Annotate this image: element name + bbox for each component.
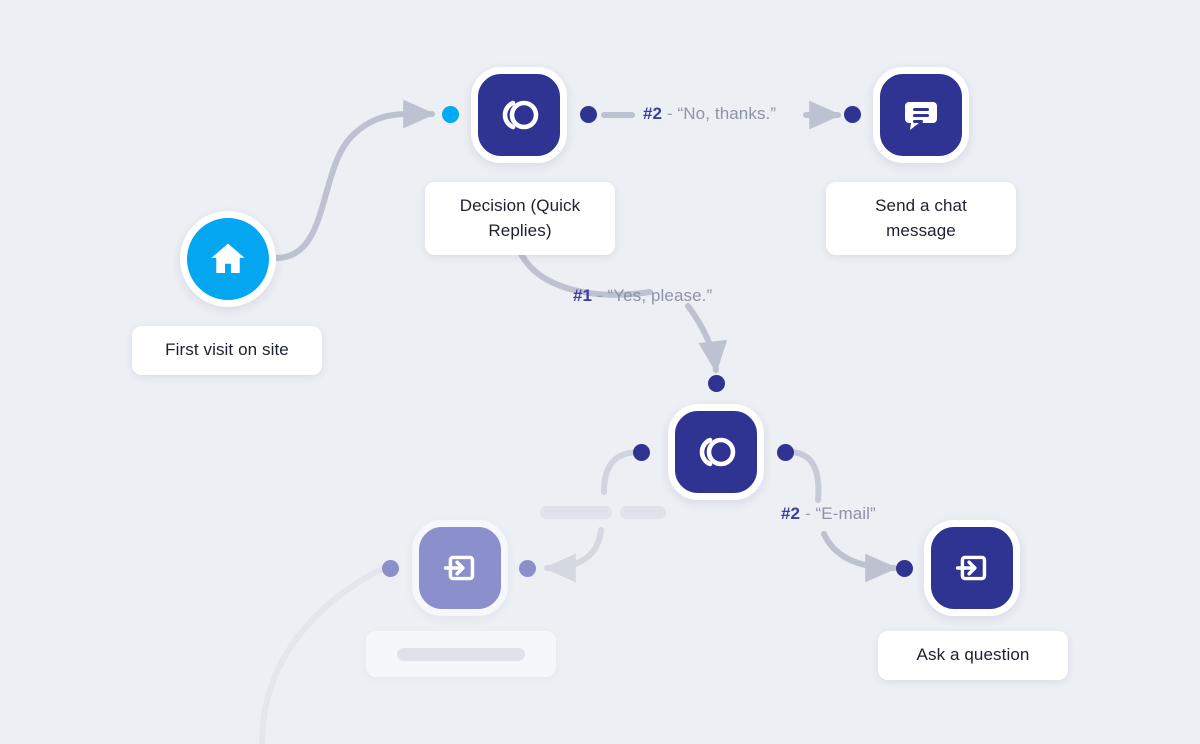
label-ask-a-question: Ask a question <box>878 631 1068 680</box>
ask-question-icon <box>437 545 483 591</box>
edge-label-no-thanks: #2 - “No, thanks.” <box>643 104 776 124</box>
node-decision-second[interactable] <box>668 404 764 500</box>
edge-dash: - <box>666 104 673 123</box>
home-icon <box>207 238 249 280</box>
edge-number: #2 <box>781 504 801 523</box>
ask-question-icon <box>949 545 995 591</box>
edge-number: #2 <box>643 104 663 123</box>
wire-email-b <box>821 531 898 583</box>
wire-first-visit-to-decision <box>273 99 436 261</box>
decision-icon <box>494 90 544 140</box>
port-send-chat-in[interactable] <box>844 106 861 123</box>
port-decision-out-1[interactable] <box>580 106 597 123</box>
wire-email-a <box>789 449 822 503</box>
port-ask-question-in[interactable] <box>896 560 913 577</box>
flow-canvas[interactable]: First visit on site Decision (Quick Repl… <box>0 0 1200 744</box>
edge-quote: “No, thanks.” <box>677 104 777 123</box>
label-muted-ask-question <box>366 631 556 677</box>
port-muted-node-out[interactable] <box>519 560 536 577</box>
port-decision-in[interactable] <box>442 106 459 123</box>
skeleton-label-bar <box>397 647 525 661</box>
edge-quote: “Yes, please.” <box>607 286 713 305</box>
port-decision2-out-right[interactable] <box>777 444 794 461</box>
port-decision2-in[interactable] <box>708 375 725 392</box>
label-decision-quick-replies: Decision (Quick Replies) <box>425 182 615 256</box>
port-muted-node-in[interactable] <box>382 560 399 577</box>
node-muted-ask-question[interactable] <box>412 520 508 616</box>
decision-icon <box>691 427 741 477</box>
edge-number: #1 <box>573 286 593 305</box>
node-ask-a-question[interactable] <box>924 520 1020 616</box>
wire-decision2-left-b <box>543 527 604 583</box>
node-decision-quick-replies[interactable] <box>471 67 567 163</box>
edge-dash: - <box>596 286 603 305</box>
skeleton-chip-right <box>620 506 666 519</box>
node-first-visit-on-site[interactable] <box>180 211 276 307</box>
skeleton-chip-left <box>540 506 612 519</box>
edge-quote: “E-mail” <box>815 504 876 523</box>
edge-label-email: #2 - “E-mail” <box>781 504 876 524</box>
edge-dash: - <box>804 504 811 523</box>
edge-label-yes-please: #1 - “Yes, please.” <box>573 286 712 306</box>
port-decision2-out-left[interactable] <box>633 444 650 461</box>
label-first-visit-on-site: First visit on site <box>132 326 322 375</box>
chat-bubble-icon <box>897 91 945 139</box>
wire-yes-please-b <box>685 303 728 374</box>
node-send-a-chat-message[interactable] <box>873 67 969 163</box>
label-send-a-chat-message: Send a chat message <box>826 182 1016 256</box>
